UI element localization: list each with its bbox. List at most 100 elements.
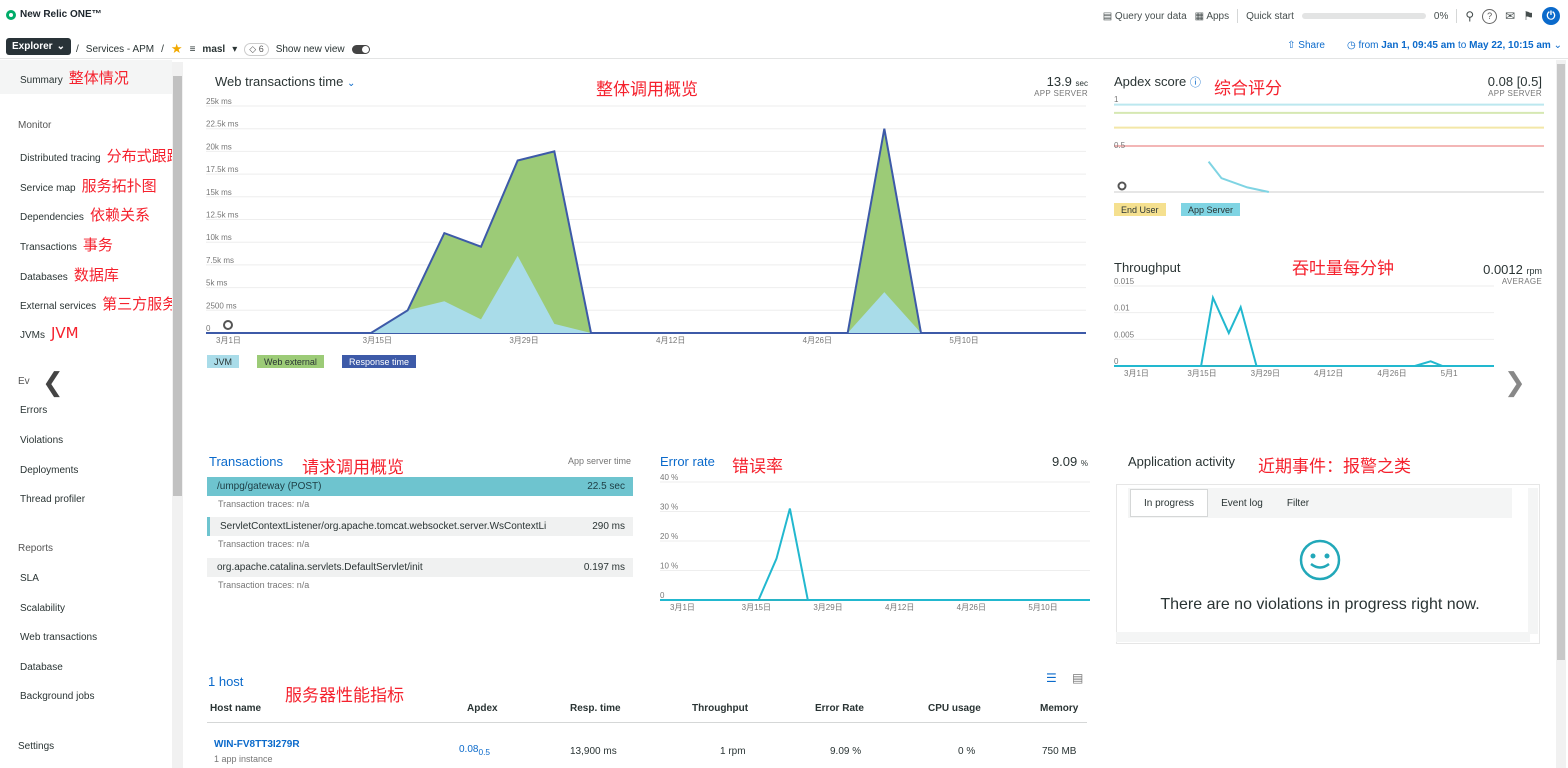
breadcrumb-bar: Explorer ⌄ / Services - APM / ★ ≡ masl ▾… xyxy=(0,33,1568,59)
activity-hscrollbar[interactable] xyxy=(1116,632,1530,642)
time-picker[interactable]: ◷ from Jan 1, 09:45 am to May 22, 10:15 … xyxy=(1347,40,1562,51)
col-host-name[interactable]: Host name xyxy=(210,703,261,714)
sidebar-item-web-transactions[interactable]: Web transactions xyxy=(20,632,97,643)
help-icon[interactable]: ⓘ xyxy=(1190,77,1201,89)
series-response-time xyxy=(206,128,1086,334)
sidebar-item-violations[interactable]: Violations xyxy=(20,435,63,446)
new-relic-logo[interactable]: New Relic ONE™ xyxy=(6,9,102,20)
sidebar-item-jvms[interactable]: JVMs JVM xyxy=(20,324,79,342)
sidebar-item-thread-profiler[interactable]: Thread profiler xyxy=(20,494,85,505)
transaction-row[interactable]: /umpg/gateway (POST) 22.5 sec xyxy=(207,477,633,496)
sidebar-item-settings[interactable]: Settings xyxy=(18,741,54,752)
chevron-down-icon[interactable]: ▾ xyxy=(232,44,237,55)
legend-app-server[interactable]: App Server xyxy=(1181,203,1241,216)
carousel-next-icon[interactable]: ❯ xyxy=(1504,368,1526,398)
sidebar-item-dependencies[interactable]: Dependencies 依赖关系 xyxy=(20,204,150,225)
tab-event-log[interactable]: Event log xyxy=(1210,489,1274,517)
apps-link[interactable]: ▦ Apps xyxy=(1195,11,1229,22)
sidebar-item-deployments[interactable]: Deployments xyxy=(20,465,78,476)
favorite-star-icon[interactable]: ★ xyxy=(171,41,183,57)
transactions-title[interactable]: Transactions xyxy=(209,454,283,469)
sidebar-item-databases[interactable]: Databases 数据库 xyxy=(20,264,119,285)
activity-title: Application activity xyxy=(1128,454,1235,469)
col-error-rate[interactable]: Error Rate xyxy=(815,703,864,714)
crumb-services-apm[interactable]: Services - APM xyxy=(86,44,154,55)
explorer-button[interactable]: Explorer ⌄ xyxy=(6,38,71,55)
y-tick-label: 2500 ms xyxy=(206,301,237,310)
sidebar-item-service-map[interactable]: Service map 服务拓扑图 xyxy=(20,175,157,196)
smiley-icon xyxy=(1299,539,1341,581)
annotation: 依赖关系 xyxy=(89,206,150,224)
y-tick-label: 0 xyxy=(206,324,211,333)
feedback-icon[interactable]: ✉ xyxy=(1505,9,1515,23)
y-tick-label: 0.5 xyxy=(1114,141,1126,150)
annotation: JVM xyxy=(51,324,79,342)
col-apdex[interactable]: Apdex xyxy=(467,703,498,714)
activity-vscrollbar[interactable] xyxy=(1528,488,1538,634)
entity-type-icon: ≡ xyxy=(189,43,196,55)
x-tick-label: 3月15日 xyxy=(742,603,771,612)
col-memory[interactable]: Memory xyxy=(1040,703,1078,714)
user-menu-icon[interactable]: ⏻ xyxy=(1542,7,1560,25)
tag-icon: ◇ xyxy=(249,43,257,54)
host-apdex[interactable]: 0.080.5 xyxy=(459,744,490,757)
sidebar-item-external-services[interactable]: External services 第三方服务 xyxy=(20,293,177,314)
x-tick-label: 3月29日 xyxy=(509,336,538,345)
x-tick-label: 3月29日 xyxy=(813,603,842,612)
sidebar-item-background-jobs[interactable]: Background jobs xyxy=(20,691,95,702)
y-tick-label: 0 xyxy=(1114,357,1119,366)
col-cpu-usage[interactable]: CPU usage xyxy=(928,703,981,714)
new-view-toggle[interactable] xyxy=(351,44,370,54)
web-transactions-title[interactable]: Web transactions time ⌄ xyxy=(215,74,355,89)
divider xyxy=(1237,9,1239,23)
transaction-row[interactable]: org.apache.catalina.servlets.DefaultServ… xyxy=(207,558,633,577)
sidebar-item-database[interactable]: Database xyxy=(20,662,63,673)
y-tick-label: 22.5k ms xyxy=(206,120,238,129)
sidebar-item-sla[interactable]: SLA xyxy=(20,573,39,584)
x-tick-label: 3月1日 xyxy=(670,603,695,612)
carousel-prev-icon[interactable]: ❮ xyxy=(42,368,64,398)
divider xyxy=(1456,9,1458,23)
legend-jvm[interactable]: JVM xyxy=(207,355,239,368)
x-tick-label: 4月12日 xyxy=(656,336,685,345)
y-tick-label: 40 % xyxy=(660,473,678,482)
tags-pill[interactable]: ◇ 6 xyxy=(244,42,269,56)
x-tick-label: 3月15日 xyxy=(1187,369,1216,378)
sidebar-item-errors[interactable]: Errors xyxy=(20,405,47,416)
chart-view-icon[interactable]: ▤ xyxy=(1072,671,1083,685)
zero-marker xyxy=(223,320,233,330)
error-rate-title[interactable]: Error rate xyxy=(660,454,715,469)
sidebar-item-transactions[interactable]: Transactions 事务 xyxy=(20,234,113,255)
query-data-link[interactable]: ▤ Query your data xyxy=(1103,11,1187,22)
tab-filter[interactable]: Filter xyxy=(1276,489,1320,517)
transaction-traces: Transaction traces: n/a xyxy=(218,539,310,549)
list-view-icon[interactable]: ☰ xyxy=(1046,671,1057,685)
hosts-title[interactable]: 1 host xyxy=(208,674,243,689)
logo-icon xyxy=(6,9,16,20)
y-tick-label: 20 % xyxy=(660,532,678,541)
legend-web-external[interactable]: Web external xyxy=(257,355,324,368)
col-throughput[interactable]: Throughput xyxy=(692,703,748,714)
transaction-row[interactable]: ServletContextListener/org.apache.tomcat… xyxy=(207,517,633,536)
y-tick-label: 0.01 xyxy=(1114,304,1130,313)
error-rate-value: 9.09 % xyxy=(1051,454,1088,469)
search-icon[interactable]: ⚲ xyxy=(1465,9,1474,23)
help-icon[interactable]: ? xyxy=(1482,8,1498,24)
sidebar-item-summary-label[interactable]: Summary 整体情况 xyxy=(20,67,129,88)
sidebar-item-scalability[interactable]: Scalability xyxy=(20,603,65,614)
share-button[interactable]: ⇧ Share xyxy=(1287,40,1325,51)
sidebar-scrollbar-thumb[interactable] xyxy=(173,76,182,496)
col-resp-time[interactable]: Resp. time xyxy=(570,703,621,714)
sidebar-item-distributed-tracing[interactable]: Distributed tracing 分布式跟踪 xyxy=(20,145,182,166)
page-scrollbar-thumb[interactable] xyxy=(1557,64,1565,660)
legend-response-time[interactable]: Response time xyxy=(342,355,417,368)
tab-in-progress[interactable]: In progress xyxy=(1130,489,1208,517)
host-name-link[interactable]: WIN-FV8TT3I279R xyxy=(214,739,300,750)
y-tick-label: 10 % xyxy=(660,562,678,571)
announcements-icon[interactable]: ⚑ xyxy=(1523,9,1534,23)
entity-name[interactable]: masl xyxy=(202,44,225,55)
top-right-actions: ▤ Query your data ▦ Apps Quick start 0% … xyxy=(1103,7,1560,25)
legend-end-user[interactable]: End User xyxy=(1114,203,1166,216)
quick-start-label[interactable]: Quick start xyxy=(1246,11,1294,22)
table-divider xyxy=(207,722,1087,723)
